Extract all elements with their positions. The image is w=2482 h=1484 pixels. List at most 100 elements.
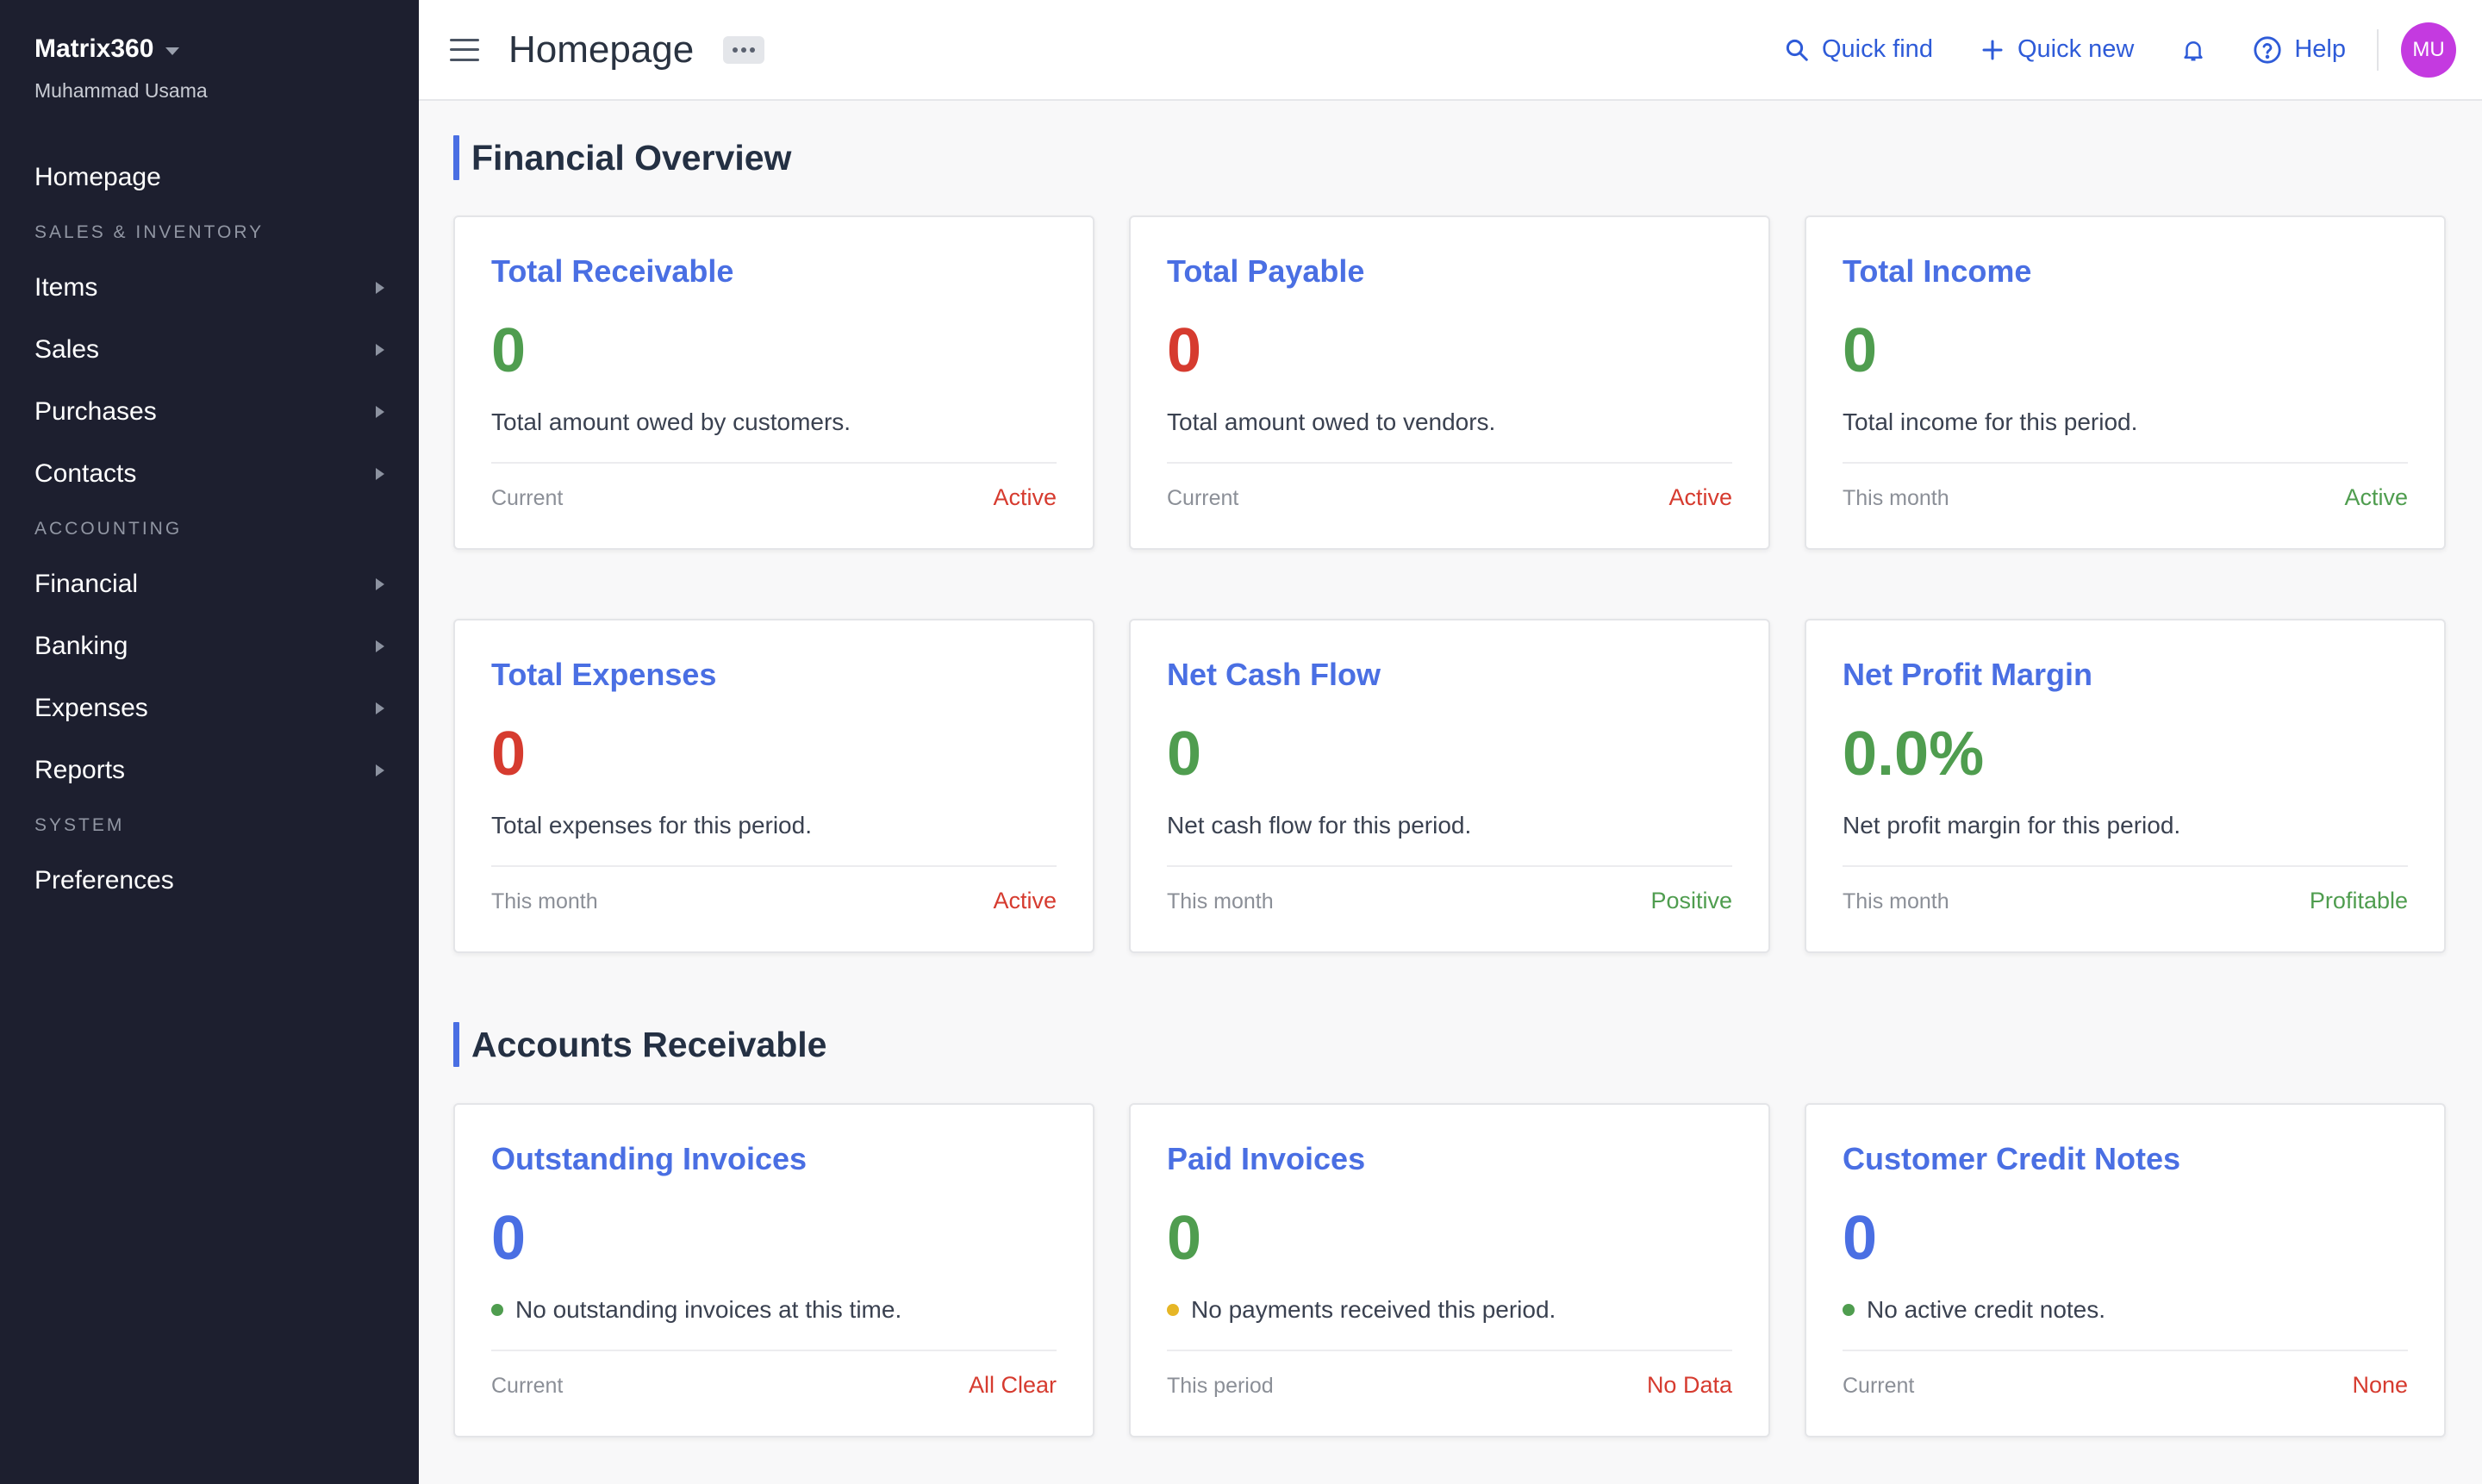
card-title: Customer Credit Notes	[1843, 1141, 2181, 1176]
section-title-financial-overview: Financial Overview	[453, 135, 791, 180]
sidebar-item-preferences[interactable]: Preferences	[0, 850, 419, 912]
status-dot-icon	[1167, 1304, 1179, 1316]
hamburger-menu-icon[interactable]	[450, 38, 479, 61]
sidebar-item-label: Homepage	[34, 163, 161, 191]
divider	[491, 865, 1057, 867]
sidebar-item-label: Items	[34, 273, 98, 302]
divider	[2377, 28, 2379, 71]
sidebar-item-label: Reports	[34, 756, 126, 784]
sidebar-section-system: SYSTEM	[34, 815, 125, 835]
divider	[1843, 462, 2408, 464]
card-period: This month	[1167, 889, 1274, 913]
card-description: Total expenses for this period.	[491, 812, 812, 839]
card-total-receivable[interactable]: Total Receivable 0 Total amount owed by …	[453, 215, 1094, 550]
status-badge: No Data	[1646, 1372, 1732, 1398]
card-title: Outstanding Invoices	[491, 1141, 808, 1176]
sidebar-item-label: Banking	[34, 632, 128, 660]
divider	[1843, 865, 2408, 867]
notifications-button[interactable]	[2180, 36, 2206, 64]
sidebar-section-accounting: ACCOUNTING	[34, 519, 183, 539]
card-description-text: No outstanding invoices at this time.	[515, 1296, 902, 1323]
card-period: Current	[1167, 486, 1239, 510]
search-icon	[1786, 39, 1808, 61]
sidebar-item-label: Purchases	[34, 397, 157, 426]
card-value: 0	[491, 720, 527, 789]
status-badge: Active	[1668, 484, 1732, 510]
card-description: Total amount owed to vendors.	[1167, 408, 1496, 435]
sidebar-item-purchases[interactable]: Purchases	[0, 381, 419, 443]
chevron-right-icon	[376, 764, 384, 776]
plus-icon	[1982, 40, 2003, 59]
divider	[1167, 462, 1732, 464]
card-paid-invoices[interactable]: Paid Invoices 0 No payments received thi…	[1129, 1103, 1770, 1437]
card-total-expenses[interactable]: Total Expenses 0 Total expenses for this…	[453, 619, 1094, 953]
user-name: Muhammad Usama	[34, 79, 208, 102]
avatar[interactable]: MU	[2401, 22, 2456, 78]
page-title: Homepage	[508, 28, 695, 71]
card-period: This month	[1843, 889, 1949, 913]
divider	[491, 1350, 1057, 1351]
quick-new-button[interactable]: Quick new	[1980, 35, 2134, 64]
sidebar: Matrix360 Muhammad Usama Homepage SALES …	[0, 0, 419, 1484]
card-net-cash-flow[interactable]: Net Cash Flow 0 Net cash flow for this p…	[1129, 619, 1770, 953]
sidebar-item-homepage[interactable]: Homepage	[0, 147, 419, 209]
card-outstanding-invoices[interactable]: Outstanding Invoices 0 No outstanding in…	[453, 1103, 1094, 1437]
card-title: Total Income	[1843, 253, 2032, 289]
sidebar-item-items[interactable]: Items	[0, 257, 419, 319]
card-value: 0	[1167, 720, 1202, 789]
caret-down-icon	[165, 47, 180, 55]
card-title: Total Expenses	[491, 657, 717, 692]
card-value: 0	[1167, 316, 1202, 385]
quick-new-label: Quick new	[2017, 35, 2135, 63]
section-title-accounts-receivable: Accounts Receivable	[453, 1022, 826, 1067]
sidebar-item-banking[interactable]: Banking	[0, 615, 419, 677]
org-switcher[interactable]: Matrix360	[34, 34, 208, 64]
sidebar-item-label: Sales	[34, 335, 100, 364]
status-badge: Active	[2344, 484, 2408, 510]
card-title: Net Cash Flow	[1167, 657, 1381, 692]
card-description: Net cash flow for this period.	[1167, 812, 1472, 839]
status-badge: Positive	[1650, 888, 1732, 913]
sidebar-item-contacts[interactable]: Contacts	[0, 443, 419, 505]
card-description-text: No payments received this period.	[1191, 1296, 1556, 1323]
divider	[1843, 1350, 2408, 1351]
card-description: No outstanding invoices at this time.	[491, 1296, 901, 1324]
card-total-income[interactable]: Total Income 0 Total income for this per…	[1805, 215, 2446, 550]
sidebar-section-sales: SALES & INVENTORY	[34, 222, 265, 242]
card-title: Net Profit Margin	[1843, 657, 2093, 692]
sidebar-item-label: Expenses	[34, 694, 148, 722]
card-value: 0.0%	[1843, 720, 1985, 789]
status-badge: Active	[993, 484, 1057, 510]
card-customer-credit-notes[interactable]: Customer Credit Notes 0 No active credit…	[1805, 1103, 2446, 1437]
brand: Matrix360 Muhammad Usama	[34, 34, 208, 103]
sidebar-item-financial[interactable]: Financial	[0, 553, 419, 615]
card-description-text: No active credit notes.	[1867, 1296, 2106, 1323]
sidebar-item-reports[interactable]: Reports	[0, 739, 419, 801]
top-actions: Quick find Quick new Help MU	[1737, 22, 2456, 78]
chevron-right-icon	[376, 578, 384, 590]
card-value: 0	[1167, 1204, 1202, 1273]
card-value: 0	[491, 1204, 527, 1273]
status-badge: None	[2352, 1372, 2408, 1398]
card-period: This period	[1167, 1374, 1274, 1398]
card-value: 0	[491, 316, 527, 385]
card-net-profit-margin[interactable]: Net Profit Margin 0.0% Net profit margin…	[1805, 619, 2446, 953]
card-description: Total income for this period.	[1843, 408, 2138, 435]
bell-icon	[2184, 41, 2203, 60]
chevron-right-icon	[376, 702, 384, 714]
divider	[1167, 865, 1732, 867]
sidebar-item-label: Financial	[34, 570, 139, 598]
quick-find-button[interactable]: Quick find	[1784, 35, 1933, 64]
card-value: 0	[1843, 1204, 1878, 1273]
sidebar-item-expenses[interactable]: Expenses	[0, 677, 419, 739]
main-content: Homepage Quick find Quick new Help MU Fi…	[419, 0, 2482, 1484]
card-value: 0	[1843, 316, 1878, 385]
more-options-button[interactable]	[723, 35, 765, 64]
card-title: Paid Invoices	[1167, 1141, 1366, 1176]
divider	[491, 462, 1057, 464]
sidebar-item-sales[interactable]: Sales	[0, 319, 419, 381]
card-total-payable[interactable]: Total Payable 0 Total amount owed to ven…	[1129, 215, 1770, 550]
help-button[interactable]: Help	[2253, 35, 2346, 65]
sidebar-item-label: Preferences	[34, 866, 174, 895]
status-badge: Active	[993, 888, 1057, 913]
